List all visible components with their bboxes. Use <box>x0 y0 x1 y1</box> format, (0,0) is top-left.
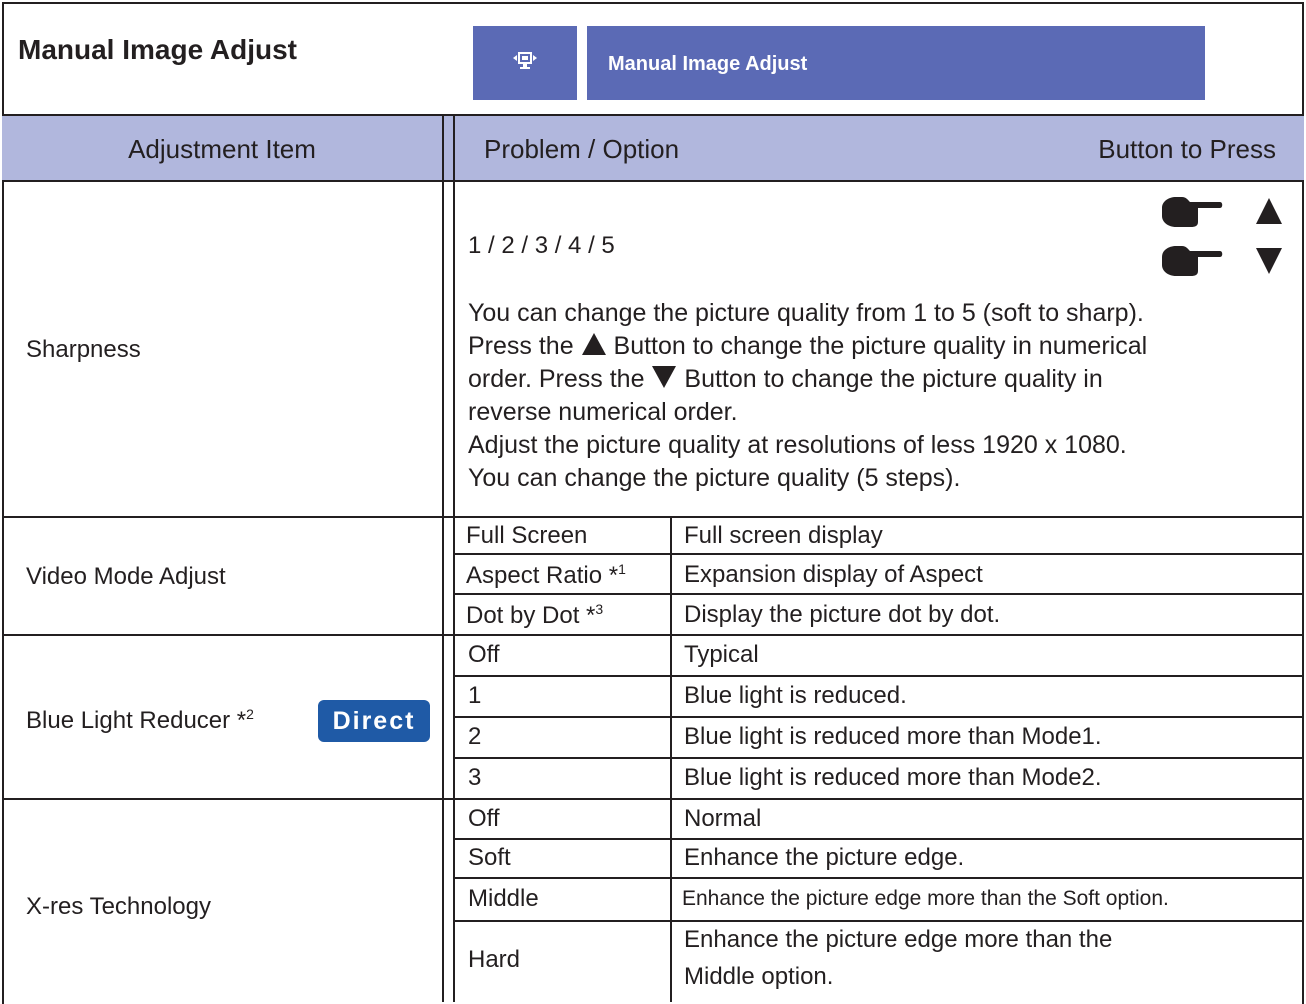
row-divider <box>453 593 1304 595</box>
description-cell: Blue light is reduced. <box>684 682 907 709</box>
desc-line: reverse numerical order. <box>468 398 738 426</box>
row-divider <box>453 920 1304 922</box>
up-triangle-icon <box>1256 198 1282 224</box>
option-cell: Full Screen <box>466 522 588 549</box>
row-divider <box>453 675 1304 677</box>
row-divider <box>2 798 1304 800</box>
footnote-marker: 3 <box>595 601 604 617</box>
desc-line: order. Press the Button to change the pi… <box>468 363 1147 396</box>
up-triangle-icon <box>581 333 606 355</box>
col-adjustment-item: Adjustment Item <box>128 134 316 164</box>
item-video-mode-adjust: Video Mode Adjust <box>26 563 226 590</box>
monitor-adjust-icon <box>513 52 537 69</box>
subcolumn-divider <box>670 516 672 634</box>
description-cell: Blue light is reduced more than Mode2. <box>684 764 1102 791</box>
option-text: Dot by Dot * <box>466 602 596 629</box>
row-divider <box>453 716 1304 718</box>
column-divider <box>442 116 444 1002</box>
sharpness-options: 1 / 2 / 3 / 4 / 5 <box>468 232 615 259</box>
subcolumn-divider <box>670 798 672 1002</box>
direct-badge: Direct <box>318 700 430 742</box>
description-cell: Display the picture dot by dot. <box>684 601 1001 628</box>
desc-line: Press the Button to change the picture q… <box>468 330 1147 363</box>
footnote-marker: 1 <box>618 561 626 577</box>
description-cell: Normal <box>684 805 762 832</box>
description-cell: Enhance the picture edge more than the S… <box>682 887 1169 910</box>
desc-text: order. Press the <box>468 365 645 393</box>
option-cell: 2 <box>468 723 482 750</box>
description-cell: Enhance the picture edge more than the <box>684 926 1113 953</box>
hand-pointer-icon <box>1162 197 1223 227</box>
desc-text: Button to change the picture quality in … <box>613 332 1148 360</box>
option-cell: Off <box>468 805 500 832</box>
row-divider <box>453 877 1304 879</box>
desc-text: Button to change the picture quality in <box>684 365 1103 393</box>
desc-line: You can change the picture quality (5 st… <box>468 464 961 492</box>
option-cell: Middle <box>468 885 539 912</box>
section-header: Manual Image Adjust Manual Image Adjust <box>2 2 1304 116</box>
item-blue-light-reducer: Blue Light Reducer *2 <box>26 706 254 735</box>
col-problem-option: Problem / Option <box>484 134 680 164</box>
option-cell: 1 <box>468 682 482 709</box>
column-divider <box>453 116 455 1002</box>
row-divider <box>2 516 1304 518</box>
description-cell: Typical <box>684 641 759 668</box>
option-cell: Aspect Ratio *1 <box>466 561 626 590</box>
desc-line: You can change the picture quality from … <box>468 299 1144 327</box>
description-cell: Full screen display <box>684 522 883 549</box>
description-cell: Expansion display of Aspect <box>684 561 983 588</box>
table-header: Adjustment Item Problem / Option Button … <box>2 116 1304 182</box>
option-cell: Dot by Dot *3 <box>466 601 603 630</box>
desc-line: Adjust the picture quality at resolution… <box>468 431 1127 459</box>
row-divider <box>453 757 1304 759</box>
osd-title-bar: Manual Image Adjust <box>587 26 1205 100</box>
item-xres-technology: X-res Technology <box>26 893 211 920</box>
osd-icon-tab <box>473 26 577 100</box>
description-cell: Blue light is reduced more than Mode1. <box>684 723 1102 750</box>
item-text: Blue Light Reducer * <box>26 707 247 734</box>
description-cell: Enhance the picture edge. <box>684 844 965 871</box>
col-button-to-press: Button to Press <box>1098 134 1276 164</box>
sharpness-description: You can change the picture quality from … <box>468 297 1147 495</box>
desc-text: Press the <box>468 332 574 360</box>
row-divider <box>453 553 1304 555</box>
page-title: Manual Image Adjust <box>18 34 298 65</box>
row-divider <box>453 838 1304 840</box>
footnote-marker: 2 <box>246 706 254 722</box>
row-divider <box>2 634 1304 636</box>
down-triangle-icon <box>1256 248 1282 274</box>
option-cell: Soft <box>468 844 511 871</box>
hand-pointer-icon <box>1162 246 1223 276</box>
option-cell: 3 <box>468 764 482 791</box>
item-sharpness: Sharpness <box>26 336 141 363</box>
osd-title: Manual Image Adjust <box>608 53 808 75</box>
option-cell: Hard <box>468 946 521 973</box>
option-text: Aspect Ratio * <box>466 562 619 589</box>
description-cell: Middle option. <box>684 963 834 990</box>
option-cell: Off <box>468 641 500 668</box>
down-triangle-icon <box>652 366 677 388</box>
